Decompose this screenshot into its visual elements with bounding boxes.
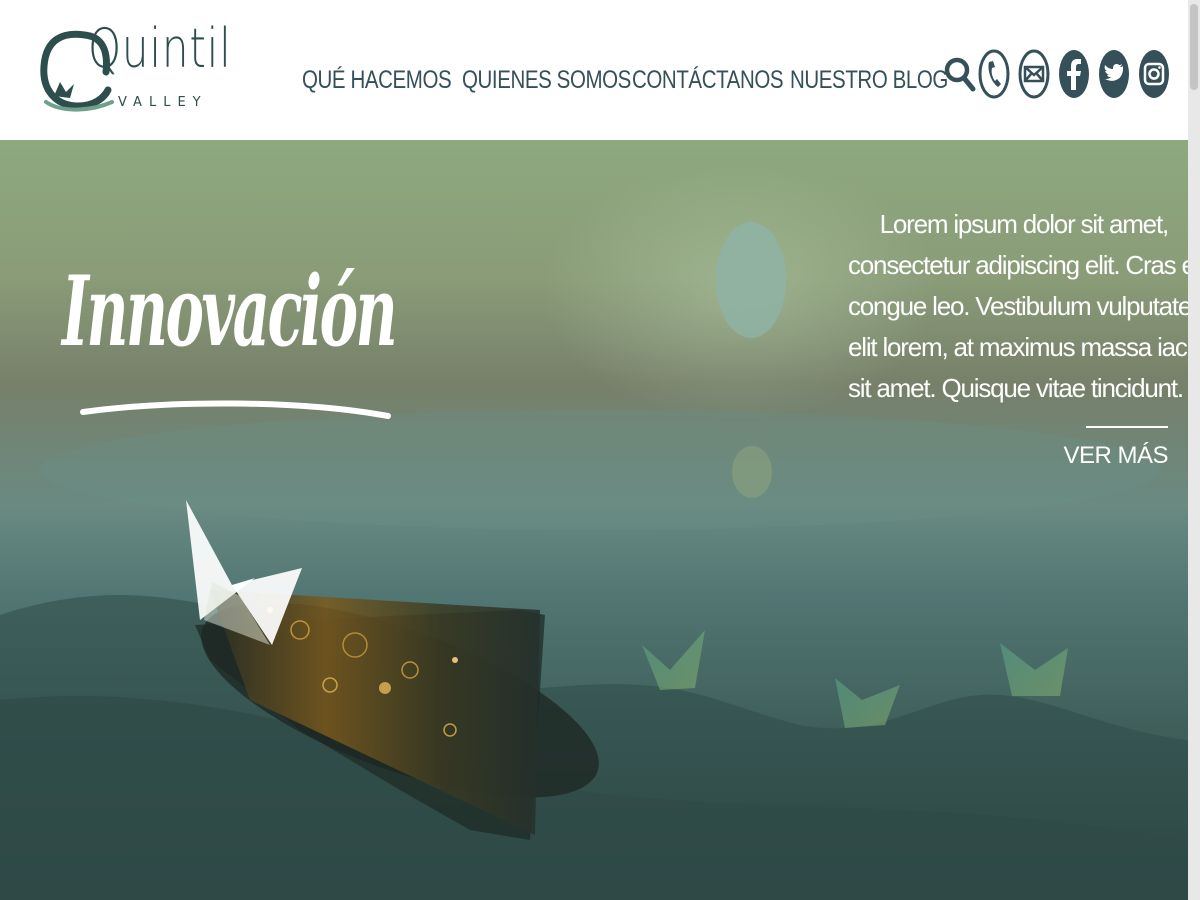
page-scrollbar[interactable] — [1188, 0, 1200, 900]
brand-tagline: VALLEY — [118, 95, 208, 110]
brand-name: Quintil — [88, 17, 232, 80]
nav-item-que-hacemos[interactable]: QUÉ HACEMOS — [302, 60, 452, 100]
hero-description-line: Lorem ipsum dolor sit amet, — [879, 209, 1170, 239]
cta-divider — [1086, 426, 1168, 428]
hero-description-line: congue leo. Vestibulum vulputate — [848, 291, 1188, 321]
facebook-icon[interactable] — [1056, 47, 1092, 101]
hero-description-line: sit amet. Quisque vitae tincidunt. — [848, 373, 1184, 403]
nav-item-contactanos[interactable]: CONTÁCTANOS — [632, 60, 784, 100]
hero-headline-text: Innovación — [62, 255, 398, 368]
ver-mas-link[interactable]: VER MÁS — [1063, 442, 1168, 470]
hero-description-line: consectetur adipiscing elit. Cras et — [848, 250, 1188, 280]
mail-icon[interactable] — [1016, 47, 1052, 101]
nav-item-quienes-somos[interactable]: QUIENES SOMOS — [462, 60, 631, 100]
hero-banner: Innovación Lorem ipsum dolor sit amet, c… — [0, 140, 1188, 900]
site-header: Quintil VALLEY QUÉ HACEMOS QUIENES SOMOS… — [0, 0, 1188, 140]
headline-underline — [80, 400, 391, 419]
brand-logo[interactable]: Quintil VALLEY — [38, 18, 231, 118]
search-icon[interactable] — [942, 47, 978, 101]
twitter-icon[interactable] — [1096, 47, 1132, 101]
nav-item-nuestro-blog[interactable]: NUESTRO BLOG — [790, 60, 948, 100]
hero-description: Lorem ipsum dolor sit amet, consectetur … — [848, 204, 1188, 409]
phone-icon[interactable] — [976, 47, 1012, 101]
hero-description-line: elit lorem, at maximus massa iaculis — [848, 332, 1188, 362]
instagram-icon[interactable] — [1136, 47, 1172, 101]
hero-headline: Innovación — [62, 252, 402, 422]
scrollbar-thumb[interactable] — [1190, 4, 1198, 90]
